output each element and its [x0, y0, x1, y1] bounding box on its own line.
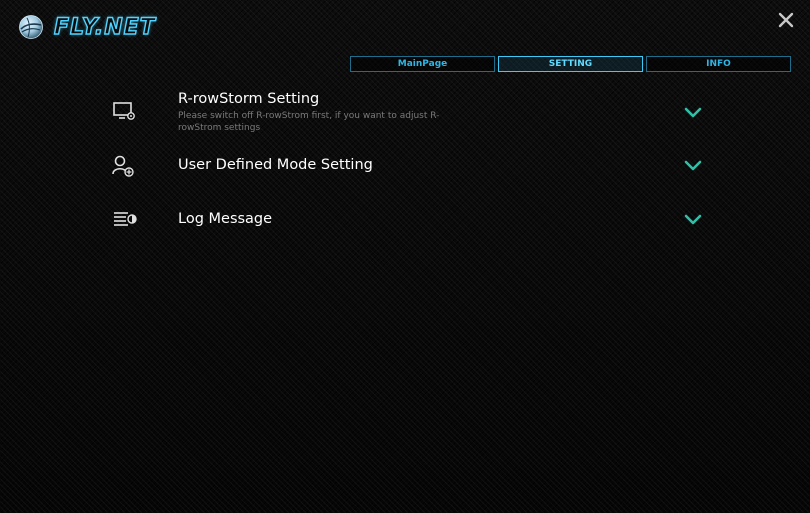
tab-mainpage[interactable]: MainPage — [350, 56, 495, 72]
setting-row-log-message[interactable]: Log Message — [108, 206, 708, 236]
user-add-icon — [112, 155, 134, 177]
chevron-down-icon[interactable] — [684, 107, 702, 119]
setting-title: User Defined Mode Setting — [178, 157, 373, 173]
tab-setting[interactable]: SETTING — [498, 56, 643, 72]
chevron-down-icon[interactable] — [684, 160, 702, 172]
close-icon[interactable] — [776, 10, 796, 30]
tab-bar: MainPage SETTING INFO — [350, 56, 794, 72]
chevron-down-icon[interactable] — [684, 214, 702, 226]
setting-row-rowstorm[interactable]: R-rowStorm Setting Please switch off R-r… — [108, 90, 708, 140]
globe-icon — [19, 15, 43, 39]
monitor-settings-icon — [113, 102, 135, 120]
setting-row-user-defined-mode[interactable]: User Defined Mode Setting — [108, 152, 708, 182]
app-name: FLY.NET — [53, 14, 156, 40]
log-list-icon — [114, 212, 137, 226]
setting-title: R-rowStorm Setting — [178, 91, 320, 107]
setting-title: Log Message — [178, 211, 273, 227]
app-logo: FLY.NET — [18, 10, 156, 44]
tab-info[interactable]: INFO — [646, 56, 791, 72]
setting-description: Please switch off R-rowStrom first, if y… — [178, 111, 440, 133]
